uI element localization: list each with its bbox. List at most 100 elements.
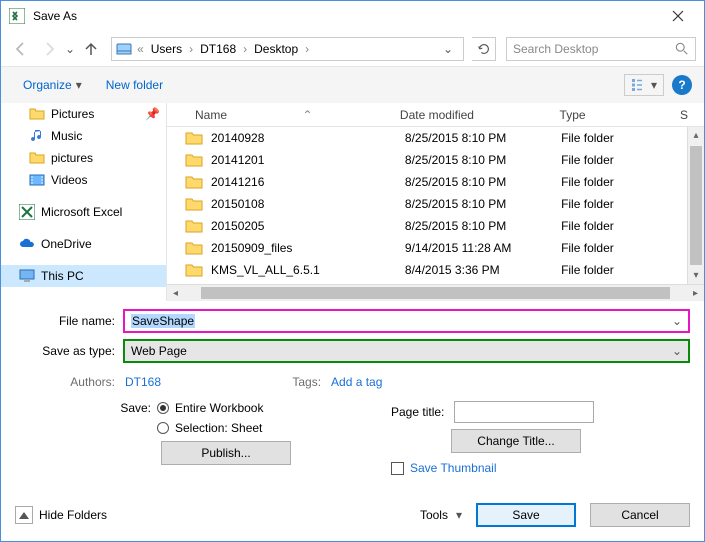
chevron-right-icon: › [186,42,196,56]
search-input[interactable]: Search Desktop [506,37,696,61]
folder-icon [185,175,203,189]
chevron-right-icon: › [302,42,312,56]
save-scope-label: Save: [111,401,151,415]
table-row[interactable]: 201412168/25/2015 8:10 PMFile folder [167,171,687,193]
breadcrumb[interactable]: Users [149,42,184,56]
sidebar-item-onedrive[interactable]: OneDrive [1,233,166,255]
folder-icon [185,241,203,255]
file-name: 20150108 [211,197,264,211]
tags-label: Tags: [281,375,321,389]
save-as-dialog: Save As ⌄ « Users › DT168 › Desktop › ⌄ … [0,0,705,542]
new-folder-button[interactable]: New folder [96,74,173,96]
chevron-up-icon [19,512,29,519]
col-type-header[interactable]: Type [552,108,672,122]
horizontal-scrollbar[interactable]: ◂ ▸ [167,284,704,301]
change-title-button[interactable]: Change Title... [451,429,581,453]
help-button[interactable]: ? [672,75,692,95]
sidebar-item-pictures-lc[interactable]: pictures [1,147,166,169]
table-row[interactable]: 20150909_files9/14/2015 11:28 AMFile fol… [167,237,687,259]
col-name-header[interactable]: Name ⌃ [167,108,392,122]
file-name: KMS_VL_ALL_6.5.1 [211,263,320,277]
breadcrumb[interactable]: DT168 [198,42,238,56]
table-row[interactable]: 201502058/25/2015 8:10 PMFile folder [167,215,687,237]
breadcrumb[interactable]: Desktop [252,42,300,56]
organize-button[interactable]: Organize▾ [13,74,92,96]
col-size-header[interactable]: S [672,108,688,122]
file-date: 8/4/2015 3:36 PM [397,263,553,277]
col-date-header[interactable]: Date modified [392,108,552,122]
radio-selection-sheet[interactable] [157,422,169,434]
table-row[interactable]: KMS_VL_ALL_6.5.1 8/4/2015 3:36 PMFile fol… [167,259,687,281]
scrollbar-thumb[interactable] [201,287,670,299]
file-type: File folder [553,263,671,277]
refresh-button[interactable] [472,37,496,61]
window-title: Save As [33,9,655,23]
drive-icon [116,41,132,57]
folder-icon [185,263,203,277]
filename-input[interactable]: SaveShape ⌄ [123,309,690,333]
recent-dropdown[interactable]: ⌄ [65,42,75,56]
folder-icon [185,131,203,145]
tags-value[interactable]: Add a tag [331,375,382,389]
radio-entire-workbook[interactable] [157,402,169,414]
monitor-icon [19,268,35,284]
sidebar-item-videos[interactable]: Videos [1,169,166,191]
body: Pictures 📌 Music pictures Videos Microso… [1,103,704,301]
close-icon [672,10,684,22]
pin-icon: 📌 [145,107,160,121]
save-as-type-select[interactable]: Web Page ⌄ [123,339,690,363]
view-icon [631,78,649,92]
form-area: File name: SaveShape ⌄ Save as type: Web… [1,301,704,497]
authors-label: Authors: [15,375,115,389]
type-label: Save as type: [15,344,123,358]
chevron-down-icon[interactable]: ⌄ [672,344,682,358]
file-type: File folder [553,153,671,167]
refresh-icon [477,42,491,56]
tools-dropdown[interactable]: Tools▾ [420,508,462,522]
file-name: 20141216 [211,175,264,189]
save-thumbnail-label: Save Thumbnail [410,461,497,475]
publish-button[interactable]: Publish... [161,441,291,465]
table-row[interactable]: 20140928 8/25/2015 8:10 PMFile folder [167,127,687,149]
address-dropdown[interactable]: ⌄ [437,42,459,56]
page-title-input[interactable] [454,401,594,423]
sidebar-item-this-pc[interactable]: This PC [1,265,166,287]
file-name: 20150909_files [211,241,292,255]
table-row[interactable]: 201501088/25/2015 8:10 PMFile folder [167,193,687,215]
folder-icon [185,197,203,211]
save-button[interactable]: Save [476,503,576,527]
file-pane: Name ⌃ Date modified Type S 20140928 8/25… [167,103,704,301]
folder-icon [29,106,45,122]
address-bar[interactable]: « Users › DT168 › Desktop › ⌄ [111,37,464,61]
sidebar-item-excel[interactable]: Microsoft Excel [1,201,166,223]
save-thumbnail-checkbox[interactable] [391,462,404,475]
titlebar: Save As [1,1,704,31]
breadcrumb-sep: « [134,42,147,56]
scroll-left-icon[interactable]: ◂ [167,288,184,299]
cancel-button[interactable]: Cancel [590,503,690,527]
file-date: 8/25/2015 8:10 PM [397,131,553,145]
chevron-down-icon[interactable]: ⌄ [672,314,682,328]
excel-icon [19,204,35,220]
file-name: 20140928 [211,131,264,145]
sidebar-item-music[interactable]: Music [1,125,166,147]
forward-button[interactable] [37,37,61,61]
scrollbar-thumb[interactable] [690,146,702,265]
file-type: File folder [553,175,671,189]
scroll-up-icon[interactable]: ▴ [688,127,704,144]
search-placeholder: Search Desktop [513,42,598,56]
up-button[interactable] [79,37,103,61]
scroll-down-icon[interactable]: ▾ [688,267,704,284]
hide-folders-button[interactable]: Hide Folders [15,506,107,524]
table-row[interactable]: 201412018/25/2015 8:10 PMFile folder [167,149,687,171]
view-options-button[interactable]: ▾ [624,74,664,96]
file-list[interactable]: 201409288/25/2015 8:10 PMFile folder2014… [167,127,687,284]
close-button[interactable] [655,1,700,31]
file-type: File folder [553,131,671,145]
back-button[interactable] [9,37,33,61]
vertical-scrollbar[interactable]: ▴ ▾ [687,127,704,284]
excel-icon [9,8,25,24]
authors-value[interactable]: DT168 [125,375,161,389]
sidebar-item-pictures[interactable]: Pictures 📌 [1,103,166,125]
scroll-right-icon[interactable]: ▸ [687,288,704,299]
